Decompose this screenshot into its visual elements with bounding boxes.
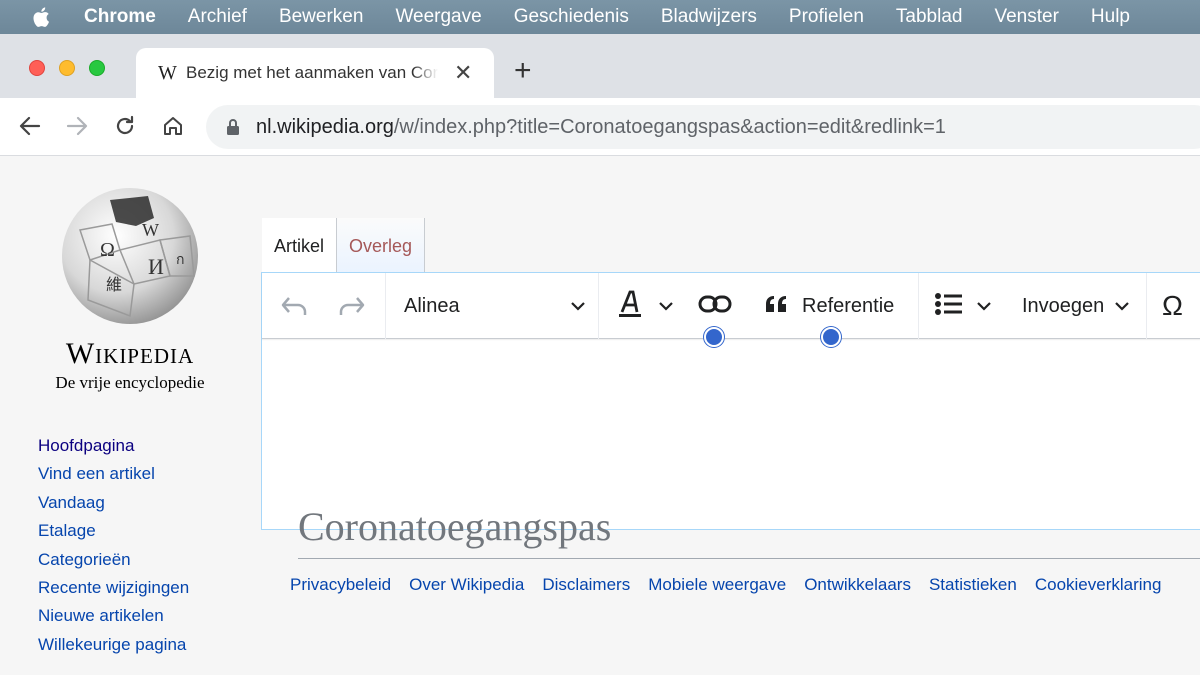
sidebar-item-recente-wijzigingen[interactable]: Recente wijzigingen [38, 574, 189, 602]
wikipedia-logo[interactable]: Ω W И 維 ก Wikipedia De vrije encyclopedi… [30, 180, 230, 393]
cite-label: Referentie [802, 294, 895, 317]
new-tab-button[interactable]: + [514, 56, 532, 86]
sidebar-item-willekeurige-pagina[interactable]: Willekeurige pagina [38, 631, 189, 659]
footer-link-over-wikipedia[interactable]: Over Wikipedia [409, 575, 524, 595]
browser-toolbar: nl.wikipedia.org/w/index.php?title=Coron… [0, 98, 1200, 156]
home-icon[interactable] [160, 113, 186, 139]
namespace-tabs: Artikel Overleg [262, 218, 426, 274]
wikipedia-globe-icon: Ω W И 維 ก [62, 188, 198, 324]
footer-link-ontwikkelaars[interactable]: Ontwikkelaars [804, 575, 911, 595]
sidebar-navigation: Hoofdpagina Vind een artikel Vandaag Eta… [38, 432, 189, 659]
wikipedia-tagline: De vrije encyclopedie [55, 373, 205, 392]
tab-overleg[interactable]: Overleg [336, 218, 426, 274]
insert-dropdown[interactable]: Invoegen [1022, 273, 1130, 339]
editor-content-area: Alinea Referentie Invoegen Ω Coronatoega… [261, 272, 1200, 559]
wordmark-text: Wikipedia [65, 337, 195, 370]
svg-text:Ω: Ω [100, 239, 115, 261]
wikipedia-page: Ω W И 維 ก Wikipedia De vrije encyclopedi… [0, 156, 1200, 675]
menu-tabblad[interactable]: Tabblad [896, 6, 963, 28]
sidebar-item-vind-een-artikel[interactable]: Vind een artikel [38, 460, 189, 488]
svg-text:И: И [148, 254, 164, 279]
menu-profielen[interactable]: Profielen [789, 6, 864, 28]
url-text[interactable]: nl.wikipedia.org/w/index.php?title=Coron… [256, 116, 946, 139]
highlight-dot-link [704, 327, 724, 347]
bullet-list-icon [934, 292, 964, 321]
svg-text:維: 維 [106, 276, 122, 294]
wikipedia-wordmark: Wikipedia [30, 337, 230, 371]
close-tab-icon[interactable]: ✕ [454, 62, 472, 84]
footer-link-statistieken[interactable]: Statistieken [929, 575, 1017, 595]
footer-links: Privacybeleid Over Wikipedia Disclaimers… [290, 575, 1179, 595]
toolbar-divider [918, 273, 919, 339]
menu-bladwijzers[interactable]: Bladwijzers [661, 6, 757, 28]
highlight-dot-cite [821, 327, 841, 347]
menu-geschiedenis[interactable]: Geschiedenis [514, 6, 629, 28]
list-dropdown[interactable] [934, 273, 992, 339]
footer-link-privacybeleid[interactable]: Privacybeleid [290, 575, 391, 595]
reload-icon[interactable] [112, 113, 138, 139]
undo-icon[interactable] [280, 273, 308, 339]
minimize-window-button[interactable] [59, 60, 75, 76]
macos-menubar: Chrome Archief Bewerken Weergave Geschie… [0, 0, 1200, 34]
insert-label: Invoegen [1022, 294, 1105, 317]
visual-editor-toolbar: Alinea Referentie Invoegen Ω [262, 273, 1200, 339]
lock-icon[interactable] [226, 118, 240, 136]
paragraph-format-dropdown[interactable]: Alinea [404, 273, 586, 339]
menu-hulp[interactable]: Hulp [1091, 6, 1130, 28]
paragraph-format-label: Alinea [404, 294, 460, 317]
footer-link-disclaimers[interactable]: Disclaimers [542, 575, 630, 595]
url-domain: nl.wikipedia.org [256, 115, 394, 138]
menu-weergave[interactable]: Weergave [395, 6, 481, 28]
link-icon [698, 294, 732, 319]
fullscreen-window-button[interactable] [89, 60, 105, 76]
browser-tab-active[interactable]: W Bezig met het aanmaken van Coronatoega… [136, 48, 494, 98]
svg-text:W: W [142, 220, 159, 240]
tab-strip: W Bezig met het aanmaken van Coronatoega… [0, 34, 1200, 98]
toolbar-divider [1146, 273, 1147, 339]
text-style-icon [618, 290, 644, 323]
special-character-button[interactable]: Ω [1162, 273, 1183, 339]
sidebar-item-categorieen[interactable]: Categorieën [38, 546, 189, 574]
chevron-down-icon [976, 301, 992, 311]
apple-icon[interactable] [32, 6, 52, 28]
footer-link-mobiele-weergave[interactable]: Mobiele weergave [648, 575, 786, 595]
tab-title: Bezig met het aanmaken van Coronatoegang… [186, 63, 438, 82]
chevron-down-icon [1114, 301, 1130, 311]
chevron-down-icon [570, 301, 586, 311]
wikipedia-favicon-icon: W [158, 61, 177, 84]
omega-icon: Ω [1162, 290, 1183, 321]
redo-icon[interactable] [338, 273, 366, 339]
tab-artikel[interactable]: Artikel [262, 218, 337, 274]
sidebar-item-etalage[interactable]: Etalage [38, 517, 189, 545]
sidebar-item-nieuwe-artikelen[interactable]: Nieuwe artikelen [38, 602, 189, 630]
url-path: /w/index.php?title=Coronatoegangspas&act… [393, 115, 946, 138]
close-window-button[interactable] [29, 60, 45, 76]
svg-text:ก: ก [176, 253, 184, 268]
sidebar-item-hoofdpagina[interactable]: Hoofdpagina [38, 432, 189, 460]
menu-archief[interactable]: Archief [188, 6, 247, 28]
toolbar-divider [598, 273, 599, 339]
page-title-heading[interactable]: Coronatoegangspas [298, 503, 1200, 559]
address-bar[interactable]: nl.wikipedia.org/w/index.php?title=Coron… [206, 105, 1200, 149]
forward-arrow-icon[interactable] [64, 113, 90, 139]
text-style-dropdown[interactable] [618, 273, 674, 339]
back-arrow-icon[interactable] [17, 113, 43, 139]
sidebar-item-vandaag[interactable]: Vandaag [38, 489, 189, 517]
toolbar-divider [385, 273, 386, 339]
footer-link-cookieverklaring[interactable]: Cookieverklaring [1035, 575, 1162, 595]
menu-chrome[interactable]: Chrome [84, 6, 156, 28]
menu-venster[interactable]: Venster [994, 6, 1058, 28]
menu-bewerken[interactable]: Bewerken [279, 6, 364, 28]
chevron-down-icon [658, 301, 674, 311]
quote-icon [764, 294, 790, 319]
